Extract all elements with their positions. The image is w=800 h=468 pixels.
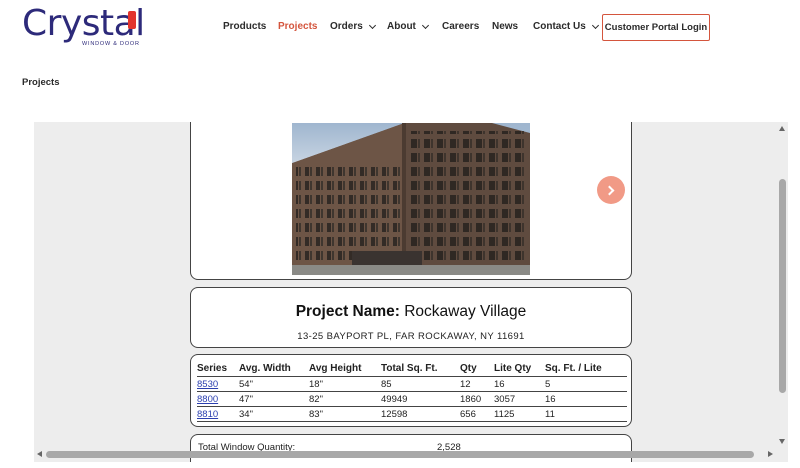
project-photo-card	[190, 122, 632, 280]
chevron-down-icon	[421, 21, 429, 29]
page-title: Projects	[22, 77, 60, 88]
cell-lite-qty: 1125	[494, 409, 515, 420]
scroll-right-arrow-icon[interactable]	[768, 451, 773, 457]
vertical-scrollbar[interactable]	[776, 122, 788, 452]
series-link[interactable]: 8810	[197, 409, 218, 420]
cell-sqft-per-lite: 5	[545, 379, 551, 390]
project-name-value: Rockaway Village	[404, 303, 527, 320]
chevron-right-icon	[604, 185, 615, 195]
nav-news-label: News	[492, 21, 519, 32]
horizontal-scroll-thumb[interactable]	[46, 451, 754, 458]
cell-avg-width: 47"	[239, 394, 253, 405]
col-header-qty: Qty	[460, 363, 477, 374]
nav-orders[interactable]: Orders	[330, 21, 376, 32]
col-header-avg-width: Avg. Width	[239, 363, 291, 374]
col-header-total-sqft: Total Sq. Ft.	[381, 363, 438, 374]
scroll-left-arrow-icon[interactable]	[37, 451, 42, 457]
cell-lite-qty: 3057	[494, 394, 516, 405]
cell-avg-height: 18"	[309, 379, 323, 390]
logo-flag-icon	[128, 11, 136, 29]
vertical-scroll-thumb[interactable]	[779, 179, 786, 393]
project-address: 13-25 BAYPORT PL, FAR ROCKAWAY, NY 11691	[297, 331, 525, 342]
cell-qty: 656	[460, 409, 476, 420]
nav-about-label: About	[387, 21, 416, 32]
nav-about[interactable]: About	[387, 21, 429, 32]
nav-careers[interactable]: Careers	[442, 21, 479, 32]
window-series-table: Series Avg. Width Avg Height Total Sq. F…	[197, 361, 627, 422]
col-header-avg-height: Avg Height	[309, 363, 362, 374]
site-header: Crystal WINDOW & DOOR Products Projects …	[0, 0, 800, 60]
nav-careers-label: Careers	[442, 21, 480, 32]
customer-portal-login-button[interactable]: Customer Portal Login	[602, 14, 710, 41]
horizontal-scrollbar[interactable]	[34, 448, 776, 460]
logo-wordmark: Crystal	[22, 3, 145, 44]
scroll-up-arrow-icon[interactable]	[779, 126, 785, 131]
chevron-down-icon	[368, 21, 376, 29]
nav-contact-label: Contact Us	[533, 21, 586, 32]
table-row: 8530 54" 18" 85 12 16 5	[197, 377, 627, 392]
series-link[interactable]: 8530	[197, 379, 218, 390]
table-row: 8810 34" 83" 12598 656 1125 11	[197, 407, 627, 422]
logo-tagline: WINDOW & DOOR	[82, 41, 140, 47]
cell-avg-height: 82"	[309, 394, 323, 405]
cell-avg-height: 83"	[309, 409, 323, 420]
project-name-label: Project Name:	[295, 303, 400, 320]
table-row: 8800 47" 82" 49949 1860 3057 16	[197, 392, 627, 407]
nav-orders-label: Orders	[330, 21, 363, 32]
col-header-series: Series	[197, 363, 228, 374]
series-link[interactable]: 8800	[197, 394, 218, 405]
nav-contact-us[interactable]: Contact Us	[533, 21, 599, 32]
cell-total-sqft: 12598	[381, 409, 408, 420]
project-viewer-frame: Project Name: Rockaway Village 13-25 BAY…	[34, 122, 788, 462]
col-header-sqft-per-lite: Sq. Ft. / Lite	[545, 363, 602, 374]
cell-lite-qty: 16	[494, 379, 505, 390]
cell-sqft-per-lite: 11	[545, 409, 555, 420]
cell-avg-width: 54"	[239, 379, 253, 390]
table-header-row: Series Avg. Width Avg Height Total Sq. F…	[197, 361, 627, 377]
cell-qty: 1860	[460, 394, 482, 405]
nav-news[interactable]: News	[492, 21, 518, 32]
window-series-table-card: Series Avg. Width Avg Height Total Sq. F…	[190, 354, 632, 427]
scroll-down-arrow-icon[interactable]	[779, 439, 785, 444]
nav-products-label: Products	[223, 21, 267, 32]
crystal-logo[interactable]: Crystal WINDOW & DOOR	[22, 4, 145, 48]
chevron-down-icon	[591, 21, 599, 29]
nav-projects[interactable]: Projects	[278, 21, 317, 32]
cell-total-sqft: 85	[381, 379, 392, 390]
nav-projects-label: Projects	[278, 21, 318, 32]
next-project-button[interactable]	[597, 176, 625, 204]
cell-qty: 12	[460, 379, 471, 390]
nav-products[interactable]: Products	[223, 21, 266, 32]
cell-sqft-per-lite: 16	[545, 394, 556, 405]
col-header-lite-qty: Lite Qty	[494, 363, 532, 374]
cell-total-sqft: 49949	[381, 394, 408, 405]
cell-avg-width: 34"	[239, 409, 253, 420]
project-name-card: Project Name: Rockaway Village 13-25 BAY…	[190, 287, 632, 348]
project-building-photo	[292, 123, 530, 275]
project-name: Project Name: Rockaway Village	[191, 303, 631, 321]
